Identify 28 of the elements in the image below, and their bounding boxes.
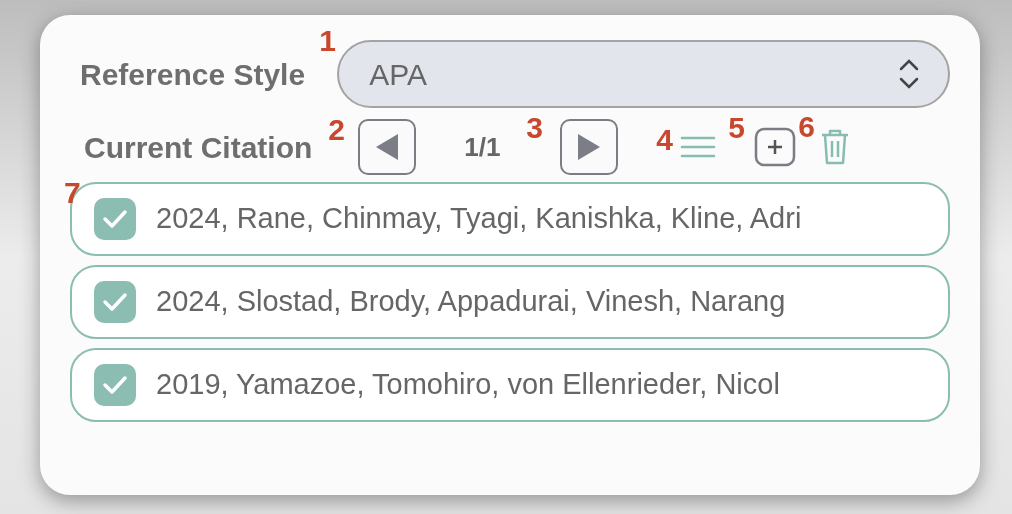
citation-counter: 1/1 — [464, 130, 502, 164]
reference-style-label: Reference Style — [80, 56, 306, 93]
citation-checkbox[interactable] — [94, 281, 136, 323]
left-triangle-icon — [374, 132, 401, 162]
callout-number: 1 — [319, 26, 336, 56]
callout-number: 3 — [526, 113, 543, 143]
citation-row[interactable]: 2024, Slostad, Brody, Appadurai, Vinesh, Narang — [70, 265, 950, 339]
checkmark-icon — [102, 291, 128, 313]
citation-text: 2024, Slostad, Brody, Appadurai, Vinesh, Narang — [156, 284, 786, 320]
next-button[interactable] — [560, 119, 619, 175]
checkmark-icon — [102, 208, 128, 230]
citation-checkbox[interactable] — [94, 364, 136, 406]
callout-number: 2 — [328, 115, 345, 145]
add-icon[interactable] — [754, 127, 797, 167]
current-citation-label: Current Citation — [84, 129, 313, 166]
previous-button[interactable] — [358, 119, 417, 175]
callout-number: 6 — [798, 112, 815, 142]
citation-text: 2024, Rane, Chinmay, Tyagi, Kanishka, Kline, Adri — [156, 201, 802, 237]
checkmark-icon — [102, 374, 128, 396]
callout-number: 4 — [656, 125, 673, 155]
citation-checkbox[interactable] — [94, 198, 136, 240]
trash-icon[interactable] — [820, 128, 851, 166]
style-select[interactable]: APA — [337, 40, 950, 108]
list-icon[interactable] — [680, 135, 717, 159]
citation-text: 2019, Yamazoe, Tomohiro, von Ellenrieder, Nicol — [156, 367, 780, 403]
callout-number: 5 — [728, 113, 745, 143]
citation-row[interactable]: 2019, Yamazoe, Tomohiro, von Ellenrieder, Nicol — [70, 348, 950, 422]
chevron-updown-icon — [898, 57, 920, 91]
